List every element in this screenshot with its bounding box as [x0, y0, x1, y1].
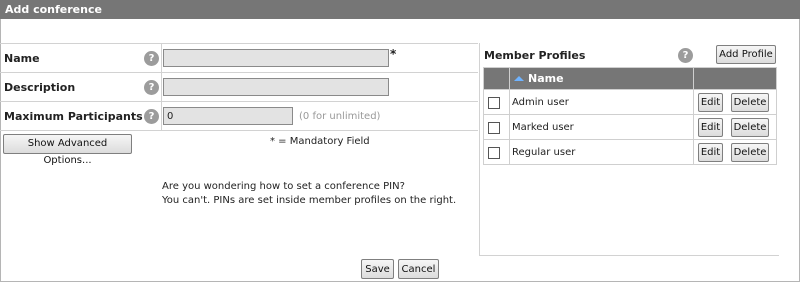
max-participants-help-icon[interactable]: ?	[144, 109, 159, 124]
edit-profile-button[interactable]: Edit	[698, 93, 723, 112]
edit-profile-button[interactable]: Edit	[698, 143, 723, 162]
description-row: Description ?	[0, 73, 478, 102]
table-row: Marked user Edit Delete	[483, 114, 777, 140]
row-checkbox[interactable]	[488, 121, 500, 134]
select-column-header	[483, 67, 510, 90]
pin-question: Are you wondering how to set a conferenc…	[162, 181, 405, 192]
pin-info: Are you wondering how to set a conferenc…	[162, 180, 456, 208]
profile-name: Marked user	[509, 114, 694, 140]
max-participants-hint: (0 for unlimited)	[299, 111, 381, 122]
dialog-title: Add conference	[0, 0, 800, 19]
save-button[interactable]: Save	[361, 259, 394, 279]
mandatory-note: * = Mandatory Field	[270, 136, 370, 147]
member-profiles-panel: Member Profiles ? Add Profile Name Admin…	[479, 43, 779, 256]
description-input[interactable]	[163, 78, 389, 96]
conference-form: Name ? * Description ? Maximum Participa…	[0, 43, 478, 131]
name-help-icon[interactable]: ?	[144, 51, 159, 66]
edit-profile-button[interactable]: Edit	[698, 118, 723, 137]
member-profiles-title: Member Profiles	[484, 49, 586, 62]
delete-profile-button[interactable]: Delete	[731, 93, 769, 112]
add-profile-button[interactable]: Add Profile	[716, 45, 776, 64]
name-label: Name	[4, 52, 40, 65]
name-input[interactable]	[163, 49, 389, 67]
table-row: Regular user Edit Delete	[483, 139, 777, 165]
max-participants-row: Maximum Participants ? (0 for unlimited)	[0, 102, 478, 131]
name-column-header[interactable]: Name	[509, 67, 694, 90]
profile-name: Admin user	[509, 89, 694, 115]
description-label: Description	[4, 81, 76, 94]
member-profiles-help-icon[interactable]: ?	[678, 48, 693, 63]
row-checkbox[interactable]	[488, 96, 500, 109]
name-row: Name ? *	[0, 44, 478, 73]
profiles-table: Name Admin user Edit Delete Marked user …	[483, 67, 777, 165]
cancel-button[interactable]: Cancel	[398, 259, 439, 279]
max-participants-label: Maximum Participants	[4, 110, 143, 123]
profile-name: Regular user	[509, 139, 694, 165]
show-advanced-options-button[interactable]: Show Advanced Options...	[3, 134, 132, 166]
table-row: Admin user Edit Delete	[483, 89, 777, 115]
actions-column-header	[693, 67, 777, 90]
max-participants-input[interactable]	[163, 107, 293, 125]
sort-asc-icon	[514, 76, 524, 81]
pin-answer: You can't. PINs are set inside member pr…	[162, 195, 457, 206]
profiles-header-row: Name	[483, 67, 777, 90]
required-marker: *	[390, 47, 397, 61]
description-help-icon[interactable]: ?	[144, 80, 159, 95]
row-checkbox[interactable]	[488, 146, 500, 159]
delete-profile-button[interactable]: Delete	[731, 143, 769, 162]
delete-profile-button[interactable]: Delete	[731, 118, 769, 137]
